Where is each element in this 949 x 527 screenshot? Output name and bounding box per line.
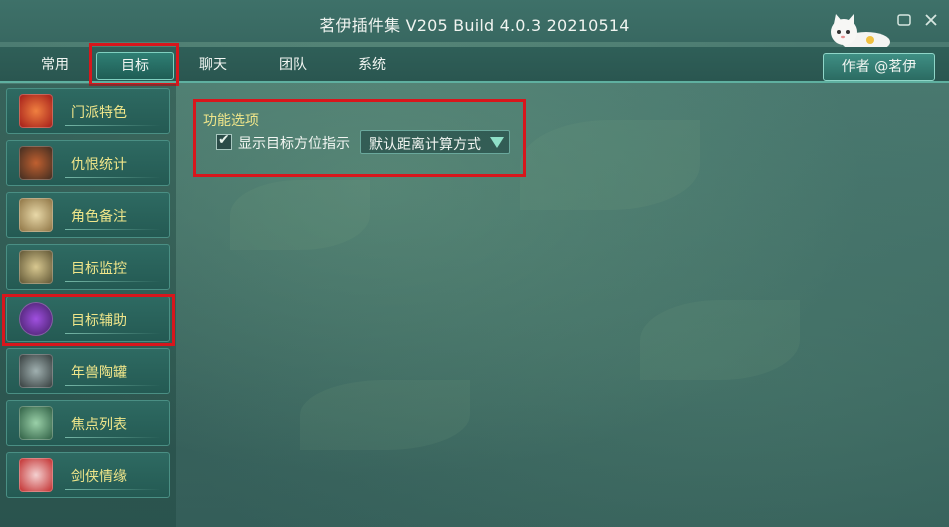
sidebar-item-jx-romance[interactable]: 剑侠情缘 bbox=[6, 452, 170, 498]
sidebar-item-label: 门派特色 bbox=[71, 105, 127, 121]
divider bbox=[65, 489, 161, 490]
tab-common[interactable]: 常用 bbox=[20, 52, 90, 78]
warrior-icon bbox=[19, 146, 53, 180]
heart-icon bbox=[19, 458, 53, 492]
divider bbox=[65, 385, 161, 386]
window-restore-icon[interactable] bbox=[896, 12, 912, 28]
divider bbox=[65, 177, 161, 178]
highlight-box bbox=[193, 99, 526, 177]
highlight-box bbox=[89, 43, 179, 86]
highlight-box bbox=[2, 294, 175, 346]
close-icon[interactable] bbox=[923, 12, 939, 28]
sidebar-item-label: 剑侠情缘 bbox=[71, 469, 127, 485]
window-title: 茗伊插件集 V205 Build 4.0.3 20210514 bbox=[319, 16, 630, 35]
sidebar-item-nian-jar[interactable]: 年兽陶罐 bbox=[6, 348, 170, 394]
tab-team[interactable]: 团队 bbox=[258, 52, 328, 78]
sidebar-item-label: 年兽陶罐 bbox=[71, 365, 127, 381]
divider bbox=[65, 229, 161, 230]
background-leaf bbox=[230, 180, 370, 250]
divider bbox=[65, 437, 161, 438]
background-leaf bbox=[520, 120, 700, 210]
divider bbox=[65, 281, 161, 282]
sidebar-item-label: 角色备注 bbox=[71, 209, 127, 225]
eye-icon bbox=[19, 406, 53, 440]
background-leaf bbox=[300, 380, 470, 450]
tab-chat[interactable]: 聊天 bbox=[178, 52, 248, 78]
divider bbox=[65, 125, 161, 126]
sidebar-item-target-monitor[interactable]: 目标监控 bbox=[6, 244, 170, 290]
hammer-icon bbox=[19, 354, 53, 388]
sidebar-item-character-notes[interactable]: 角色备注 bbox=[6, 192, 170, 238]
tab-system[interactable]: 系统 bbox=[337, 52, 407, 78]
sidebar-item-label: 仇恨统计 bbox=[71, 157, 127, 173]
sidebar-item-label: 目标监控 bbox=[71, 261, 127, 277]
dragon-icon bbox=[19, 94, 53, 128]
sidebar-item-threat-stats[interactable]: 仇恨统计 bbox=[6, 140, 170, 186]
book-icon bbox=[19, 198, 53, 232]
sidebar-item-focus-list[interactable]: 焦点列表 bbox=[6, 400, 170, 446]
sidebar-item-label: 焦点列表 bbox=[71, 417, 127, 433]
crest-icon bbox=[19, 250, 53, 284]
author-button[interactable]: 作者 @茗伊 bbox=[823, 53, 935, 81]
background-leaf bbox=[640, 300, 800, 380]
sidebar-item-school-features[interactable]: 门派特色 bbox=[6, 88, 170, 134]
